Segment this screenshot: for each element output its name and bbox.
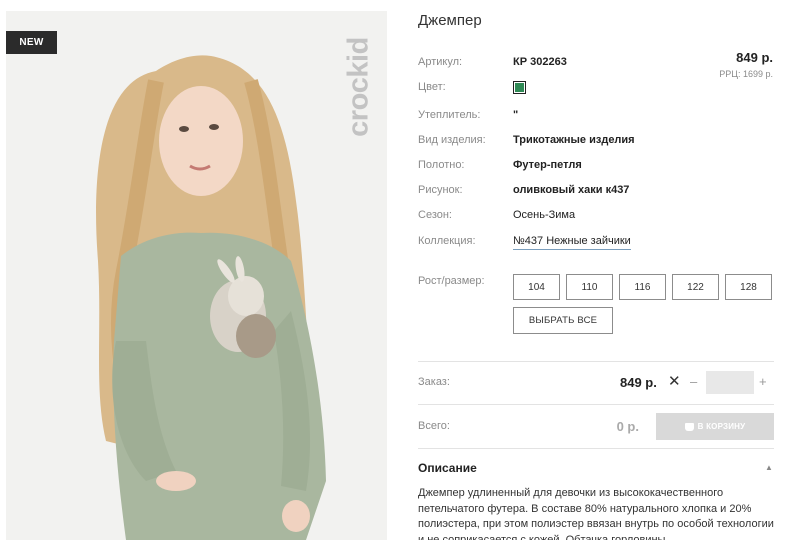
recommended-price: РРЦ: 1699 р. (719, 69, 773, 79)
add-to-cart-label: В КОРЗИНУ (697, 422, 746, 431)
size-label: Рост/размер: (418, 275, 485, 287)
collection-link[interactable]: №437 Нежные зайчики (513, 235, 631, 250)
quantity-increment-button[interactable]: + (759, 374, 767, 389)
order-label: Заказ: (418, 376, 450, 388)
divider (418, 404, 774, 405)
remove-order-icon[interactable]: ✕ (668, 372, 681, 390)
color-swatch-fill (515, 83, 524, 92)
season-value: Осень-Зима (513, 209, 576, 221)
article-label: Артикул: (418, 56, 463, 68)
fabric-label: Полотно: (418, 159, 465, 171)
total-label: Всего: (418, 420, 450, 432)
color-label: Цвет: (418, 81, 446, 93)
divider (418, 361, 774, 362)
product-title: Джемпер (418, 12, 482, 29)
size-option-128[interactable]: 128 (725, 274, 772, 300)
order-price: 849 р. (620, 375, 657, 390)
description-title[interactable]: Описание (418, 461, 477, 475)
insulation-label: Утеплитель: (418, 109, 481, 121)
season-label: Сезон: (418, 209, 452, 221)
divider (418, 448, 774, 449)
description-text: Джемпер удлиненный для девочки из высоко… (418, 487, 774, 540)
collection-label: Коллекция: (418, 235, 476, 247)
collapse-caret-icon[interactable]: ▲ (765, 463, 773, 472)
size-option-110[interactable]: 110 (566, 274, 613, 300)
fabric-value: Футер-петля (513, 159, 582, 171)
insulation-value: " (513, 109, 519, 121)
product-photo[interactable]: NEW crockid (6, 11, 387, 540)
type-value: Трикотажные изделия (513, 134, 635, 146)
color-swatch[interactable] (513, 81, 526, 94)
brand-logo-text: crockid (342, 37, 375, 137)
new-badge: NEW (6, 31, 57, 54)
quantity-decrement-button[interactable]: – (690, 374, 697, 389)
cart-icon (684, 422, 694, 431)
article-value: КР 302263 (513, 56, 567, 68)
size-option-116[interactable]: 116 (619, 274, 666, 300)
add-to-cart-button[interactable]: В КОРЗИНУ (656, 413, 774, 440)
size-option-122[interactable]: 122 (672, 274, 719, 300)
total-value: 0 р. (616, 419, 639, 434)
pattern-value: оливковый хаки к437 (513, 184, 630, 196)
quantity-input[interactable] (706, 371, 754, 394)
select-all-sizes-button[interactable]: ВЫБРАТЬ ВСЕ (513, 307, 613, 334)
product-price: 849 р. (736, 50, 773, 65)
pattern-label: Рисунок: (418, 184, 463, 196)
brand-logo: crockid (329, 31, 387, 171)
size-option-104[interactable]: 104 (513, 274, 560, 300)
type-label: Вид изделия: (418, 134, 486, 146)
